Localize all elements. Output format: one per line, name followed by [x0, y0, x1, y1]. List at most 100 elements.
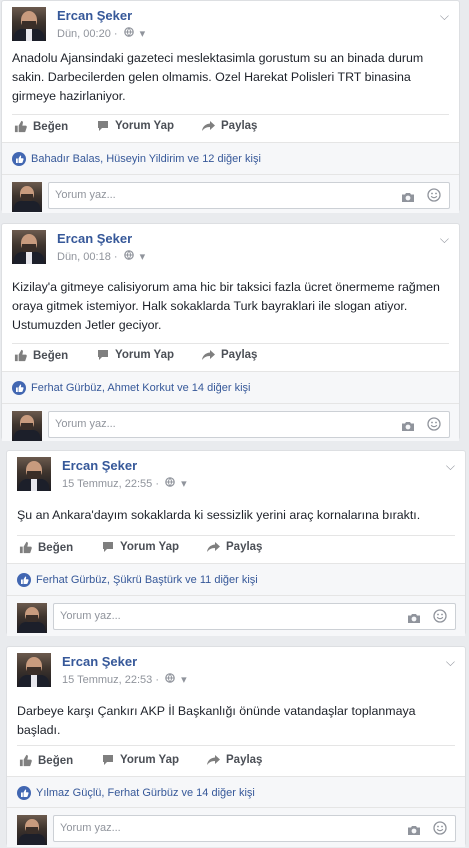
comment-button[interactable]: Yorum Yap [102, 754, 179, 766]
post-text: Kizilay'a gitmeye calisiyorum ama hic bi… [12, 280, 440, 332]
author-avatar[interactable] [12, 230, 46, 264]
camera-icon[interactable] [401, 190, 415, 208]
author-avatar[interactable] [12, 7, 46, 41]
post-text: Anadolu Ajansindaki gazeteci meslektasim… [12, 51, 424, 103]
post-time[interactable]: Dün, 00:18 [57, 251, 111, 263]
commenter-avatar [12, 182, 42, 212]
chevron-down-icon[interactable]: ▾ [181, 673, 187, 686]
like-count-icon [12, 381, 26, 395]
like-button[interactable]: Beğen [14, 120, 68, 133]
author-avatar[interactable] [17, 457, 51, 491]
comment-placeholder: Yorum yaz... [55, 418, 116, 430]
share-arrow-icon [202, 121, 215, 131]
comment-placeholder: Yorum yaz... [60, 822, 121, 834]
post-header: Ercan Şeker Dün, 00:20 · ▾ ⌵ [12, 7, 459, 43]
camera-icon[interactable] [407, 823, 421, 841]
chevron-down-icon[interactable]: ▾ [140, 250, 146, 263]
post-card: Ercan Şeker 15 Temmuz, 22:53 · ▾ ⌵ Darbe… [6, 646, 466, 847]
likes-summary[interactable]: Bahadır Balas, Hüseyin Yildirim ve 12 di… [2, 142, 459, 175]
post-menu-icon[interactable]: ⌵ [440, 9, 449, 24]
post-actions: Beğen Yorum Yap Paylaş [19, 541, 455, 557]
comment-box: Yorum yaz... [2, 174, 459, 213]
share-arrow-icon [207, 755, 220, 765]
share-button[interactable]: Paylaş [207, 541, 262, 553]
comment-button[interactable]: Yorum Yap [97, 349, 174, 361]
camera-icon[interactable] [407, 611, 421, 629]
globe-icon[interactable] [123, 27, 134, 40]
post-time[interactable]: Dün, 00:20 [57, 28, 111, 40]
commenter-avatar [17, 815, 47, 845]
likes-text[interactable]: Bahadır Balas, Hüseyin Yildirim ve 12 di… [31, 153, 261, 165]
post-actions: Beğen Yorum Yap Paylaş [14, 120, 449, 136]
share-button[interactable]: Paylaş [202, 349, 257, 361]
post-header: Ercan Şeker 15 Temmuz, 22:55 · ▾ ⌵ [17, 457, 465, 493]
camera-icon[interactable] [401, 419, 415, 437]
post-time[interactable]: 15 Temmuz, 22:55 [62, 478, 152, 490]
post-card: Ercan Şeker Dün, 00:20 · ▾ ⌵ Anadolu Aja… [1, 0, 460, 213]
comment-input[interactable]: Yorum yaz... [48, 182, 450, 209]
likes-text[interactable]: Ferhat Gürbüz, Şükrü Baştürk ve 11 diğer… [36, 574, 258, 586]
thumbs-up-icon [14, 120, 27, 133]
smiley-icon[interactable] [433, 821, 447, 840]
post-actions: Beğen Yorum Yap Paylaş [19, 754, 455, 770]
author-name[interactable]: Ercan Şeker [57, 8, 132, 23]
comment-placeholder: Yorum yaz... [55, 189, 116, 201]
post-header: Ercan Şeker Dün, 00:18 · ▾ ⌵ [12, 230, 459, 266]
comment-box: Yorum yaz... [7, 807, 465, 847]
comment-input[interactable]: Yorum yaz... [48, 411, 450, 438]
share-arrow-icon [202, 350, 215, 360]
share-button[interactable]: Paylaş [202, 120, 257, 132]
likes-text[interactable]: Yılmaz Güçlü, Ferhat Gürbüz ve 14 diğer … [36, 787, 255, 799]
likes-summary[interactable]: Ferhat Gürbüz, Ahmet Korkut ve 14 diğer … [2, 371, 459, 404]
thumbs-up-icon [19, 754, 32, 767]
comment-input[interactable]: Yorum yaz... [53, 603, 456, 630]
author-name[interactable]: Ercan Şeker [62, 458, 137, 473]
divider [17, 745, 455, 746]
comment-input[interactable]: Yorum yaz... [53, 815, 456, 842]
likes-text[interactable]: Ferhat Gürbüz, Ahmet Korkut ve 14 diğer … [31, 382, 251, 394]
like-button[interactable]: Beğen [19, 754, 73, 767]
post-actions: Beğen Yorum Yap Paylaş [14, 349, 449, 365]
globe-icon[interactable] [123, 250, 134, 263]
post-menu-icon[interactable]: ⌵ [446, 459, 455, 474]
speech-bubble-icon [98, 121, 108, 131]
author-avatar[interactable] [17, 653, 51, 687]
smiley-icon[interactable] [433, 609, 447, 628]
author-name[interactable]: Ercan Şeker [62, 654, 137, 669]
post-text: Darbeye karşı Çankırı AKP İl Başkanlığı … [17, 704, 416, 737]
post-menu-icon[interactable]: ⌵ [446, 655, 455, 670]
post-meta: 15 Temmuz, 22:55 · ▾ [62, 477, 187, 490]
share-button[interactable]: Paylaş [207, 754, 262, 766]
comment-box: Yorum yaz... [2, 403, 459, 441]
comment-box: Yorum yaz... [7, 595, 465, 636]
post-time[interactable]: 15 Temmuz, 22:53 [62, 674, 152, 686]
commenter-avatar [17, 603, 47, 633]
smiley-icon[interactable] [427, 417, 441, 436]
chevron-down-icon[interactable]: ▾ [181, 477, 187, 490]
thumbs-up-icon [14, 349, 27, 362]
like-count-icon [17, 786, 31, 800]
share-arrow-icon [207, 542, 220, 552]
author-name[interactable]: Ercan Şeker [57, 231, 132, 246]
post-card: Ercan Şeker Dün, 00:18 · ▾ ⌵ Kizilay'a g… [1, 223, 460, 441]
globe-icon[interactable] [165, 673, 175, 686]
post-meta: Dün, 00:20 · ▾ [57, 27, 146, 40]
likes-summary[interactable]: Ferhat Gürbüz, Şükrü Baştürk ve 11 diğer… [7, 563, 465, 596]
smiley-icon[interactable] [427, 188, 441, 207]
comment-button[interactable]: Yorum Yap [102, 541, 179, 553]
like-button[interactable]: Beğen [19, 541, 73, 554]
post-card: Ercan Şeker 15 Temmuz, 22:55 · ▾ ⌵ Şu an… [6, 450, 466, 636]
like-button[interactable]: Beğen [14, 349, 68, 362]
comment-placeholder: Yorum yaz... [60, 610, 121, 622]
likes-summary[interactable]: Yılmaz Güçlü, Ferhat Gürbüz ve 14 diğer … [7, 776, 465, 809]
globe-icon[interactable] [165, 477, 175, 490]
commenter-avatar [12, 411, 42, 441]
comment-button[interactable]: Yorum Yap [97, 120, 174, 132]
chevron-down-icon[interactable]: ▾ [140, 27, 146, 40]
post-menu-icon[interactable]: ⌵ [440, 232, 449, 247]
thumbs-up-icon [19, 541, 32, 554]
like-count-icon [17, 573, 31, 587]
post-header: Ercan Şeker 15 Temmuz, 22:53 · ▾ ⌵ [17, 653, 465, 689]
divider [12, 114, 449, 115]
post-text: Şu an Ankara'dayım sokaklarda ki sessizl… [17, 508, 421, 522]
